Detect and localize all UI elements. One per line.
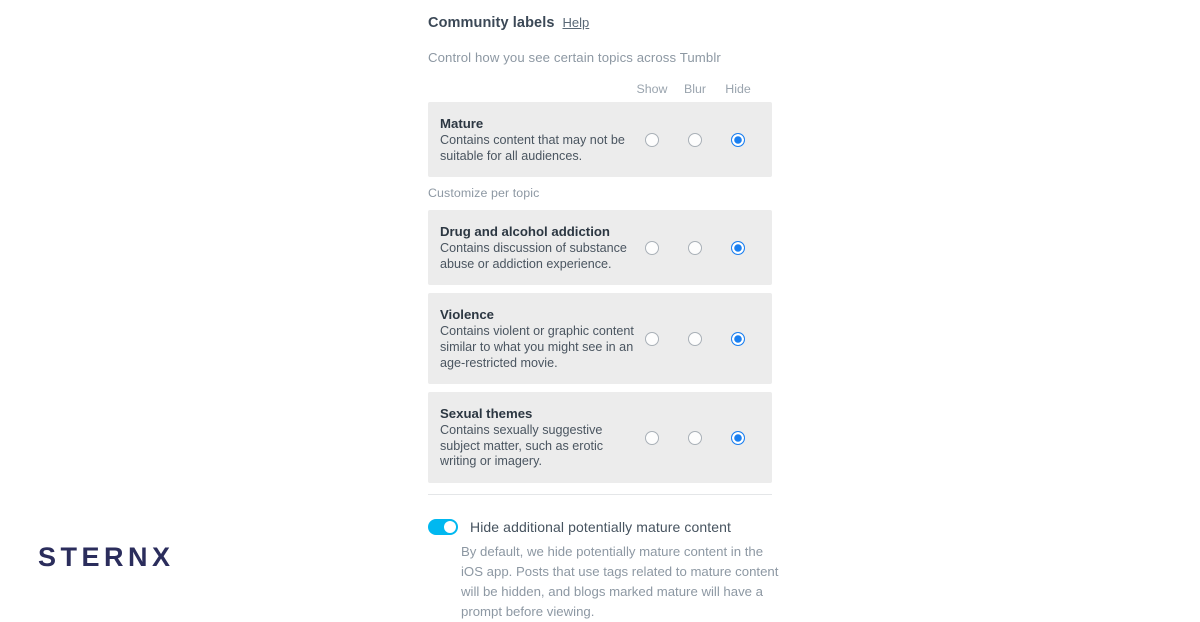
- label-card-sexual-themes: Sexual themes Contains sexually suggesti…: [428, 392, 772, 483]
- card-description: Contains sexually suggestive subject mat…: [440, 423, 604, 469]
- toggle-knob: [444, 520, 456, 533]
- column-header-show: Show: [636, 82, 668, 96]
- section-divider: [428, 493, 772, 495]
- radio-mature-hide[interactable]: [731, 132, 745, 147]
- card-text: Violence Contains violent or graphic con…: [440, 306, 636, 371]
- radio-violence-hide[interactable]: [731, 331, 745, 346]
- radio-mature-show[interactable]: [645, 132, 659, 147]
- radio-sexual-themes-hide[interactable]: [731, 430, 745, 445]
- card-text: Mature Contains content that may not be …: [440, 115, 636, 164]
- panel-header: Community labels Help: [428, 0, 772, 31]
- radio-mature-blur[interactable]: [688, 132, 702, 147]
- page-title: Community labels: [428, 15, 555, 31]
- label-card-mature: Mature Contains content that may not be …: [428, 102, 772, 178]
- mature-content-toggle-row: Hide additional potentially mature conte…: [428, 518, 772, 535]
- label-card-drug-and-alcohol-addiction: Drug and alcohol addiction Contains disc…: [428, 210, 772, 286]
- card-title: Mature: [440, 116, 484, 131]
- card-description: Contains violent or graphic content simi…: [440, 324, 634, 370]
- panel-subtitle: Control how you see certain topics acros…: [428, 50, 721, 65]
- sternx-watermark: STERNX: [38, 542, 175, 572]
- card-title: Drug and alcohol addiction: [440, 224, 610, 240]
- community-labels-panel: Community labels Help Control how you se…: [428, 0, 778, 622]
- card-title: Violence: [440, 307, 494, 323]
- label-card-violence: Violence Contains violent or graphic con…: [428, 293, 772, 385]
- card-title: Sexual themes: [440, 406, 533, 422]
- radio-violence-show[interactable]: [645, 331, 659, 346]
- radio-drug-blur[interactable]: [688, 240, 702, 255]
- card-description: Contains content that may not be suitabl…: [440, 133, 625, 163]
- card-description: Contains discussion of substance abuse o…: [440, 241, 627, 271]
- radio-column-headers: Show Blur Hide: [428, 82, 772, 102]
- card-text: Sexual themes Contains sexually suggesti…: [440, 405, 636, 470]
- column-header-blur: Blur: [683, 82, 707, 96]
- toggle-label: Hide additional potentially mature conte…: [470, 518, 732, 535]
- column-header-hide: Hide: [725, 82, 751, 96]
- radio-violence-blur[interactable]: [688, 331, 702, 346]
- toggle-description: By default, we hide potentially mature c…: [461, 543, 779, 619]
- customize-per-topic-label: Customize per topic: [428, 186, 540, 201]
- radio-drug-show[interactable]: [645, 240, 659, 255]
- radio-sexual-themes-show[interactable]: [645, 430, 659, 445]
- radio-drug-hide[interactable]: [731, 240, 745, 255]
- hide-mature-content-toggle[interactable]: [428, 518, 458, 535]
- help-link[interactable]: Help: [563, 15, 590, 30]
- card-text: Drug and alcohol addiction Contains disc…: [440, 223, 636, 272]
- radio-sexual-themes-blur[interactable]: [688, 430, 702, 445]
